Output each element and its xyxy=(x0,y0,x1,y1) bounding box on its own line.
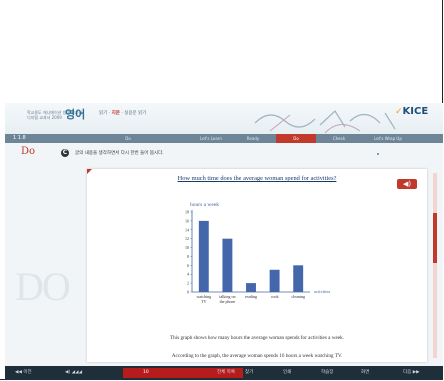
bar xyxy=(293,265,304,292)
card-corner-marker xyxy=(87,169,92,174)
print-button[interactable]: 인쇄 xyxy=(283,366,291,380)
y-tick-label: 16 xyxy=(185,218,189,223)
y-tick-label: 10 xyxy=(185,245,189,250)
tab-lets-learn[interactable]: Let's Learn xyxy=(191,134,231,143)
sentence-1: This graph shows how many hours the aver… xyxy=(169,335,345,341)
search-button[interactable]: 찾기 xyxy=(245,366,253,380)
background-watermark: DO xyxy=(15,264,71,309)
subject-title: 영어 xyxy=(65,108,86,121)
page-number: 10 xyxy=(143,370,149,375)
instruction-text: 글의 내용을 생각하면서 다시 한번 들어 봅시다. xyxy=(75,151,164,156)
prev-button[interactable]: ◀◀ 이전 xyxy=(15,366,32,380)
bottom-toolbar: ◀◀ 이전 ◀) ◢◢◢ 10 전체 목록 찾기 인쇄 학습장 화면 다음 ▶▶ xyxy=(5,366,443,380)
x-axis-label: activities xyxy=(314,289,330,294)
y-tick-label: 6 xyxy=(187,263,189,268)
lesson-number: 1 1.8 xyxy=(13,135,26,141)
crumb-reading[interactable]: 읽기 xyxy=(99,111,107,116)
y-tick-label: 2 xyxy=(187,281,189,286)
notebook-button[interactable]: 학습장 xyxy=(321,366,333,380)
bar xyxy=(269,269,280,292)
y-tick-label: 14 xyxy=(185,227,189,232)
chart-title: hours a week xyxy=(190,202,219,208)
breadcrumb: 읽기 · 지문 · 실용문 읽기 xyxy=(99,110,146,116)
next-button[interactable]: 다음 ▶▶ xyxy=(403,366,420,380)
x-tick-label-line2: the phone xyxy=(220,299,236,304)
volume-control[interactable]: ◀) ◢◢◢ xyxy=(65,366,82,380)
bar xyxy=(246,283,256,292)
tab-lets-wrap-up[interactable]: Let's Wrap Up xyxy=(363,134,413,143)
x-tick-label: reading xyxy=(245,294,257,299)
section-tabbar: 1 1.8 Do Let's Learn Ready Do Check Let'… xyxy=(5,134,443,143)
decorative-sketch xyxy=(254,110,396,134)
bar-chart: hours a week181614121086420watchingTVtal… xyxy=(185,202,330,304)
x-tick-label: cleaning xyxy=(291,294,305,299)
y-tick-label: 0 xyxy=(187,290,189,295)
x-tick-label: cook xyxy=(271,294,279,299)
y-tick-label: 18 xyxy=(185,210,189,215)
x-tick-label-line2: TV xyxy=(201,299,206,304)
y-tick-label: 12 xyxy=(185,236,189,241)
vertical-scrollbar[interactable] xyxy=(433,173,437,358)
crumb-sep: · xyxy=(108,111,111,116)
bar xyxy=(198,220,209,292)
y-tick-label: 4 xyxy=(187,272,189,277)
main-content: Do DO C 글의 내용을 생각하면서 다시 한번 들어 봅시다. How m… xyxy=(5,143,443,368)
bar xyxy=(222,238,233,292)
question-heading: How much time does the average woman spe… xyxy=(177,175,337,182)
menu-list-button[interactable]: 전체 목록 xyxy=(217,366,235,380)
tab-do[interactable]: Do xyxy=(276,134,316,143)
scroll-thumb[interactable] xyxy=(433,213,437,263)
speaker-icon[interactable]: ◀) xyxy=(397,179,417,189)
kice-logo: ✓KICE xyxy=(395,106,429,117)
crumb-passage[interactable]: 지문 xyxy=(112,111,120,116)
screen-button[interactable]: 화면 xyxy=(361,366,369,380)
app-window: 학교용도 애니메이션 방송 교과서 디지털 교과서 2009 영어 읽기 · 지… xyxy=(5,103,443,368)
app-header: 학교용도 애니메이션 방송 교과서 디지털 교과서 2009 영어 읽기 · 지… xyxy=(5,103,443,143)
content-card: How much time does the average woman spe… xyxy=(87,169,427,362)
crumb-sep: · xyxy=(121,111,123,116)
crumb-practical[interactable]: 실용문 읽기 xyxy=(124,111,146,116)
sentence-2: According to the graph, the average woma… xyxy=(171,353,343,359)
instruction-c-icon: C xyxy=(61,149,69,157)
tab-ready[interactable]: Ready xyxy=(233,134,273,143)
y-tick-label: 8 xyxy=(187,254,189,259)
do-section-label: Do xyxy=(21,146,36,157)
indicator-dot xyxy=(377,153,379,155)
tab-check[interactable]: Check xyxy=(319,134,359,143)
tab-do-top[interactable]: Do xyxy=(105,134,151,143)
